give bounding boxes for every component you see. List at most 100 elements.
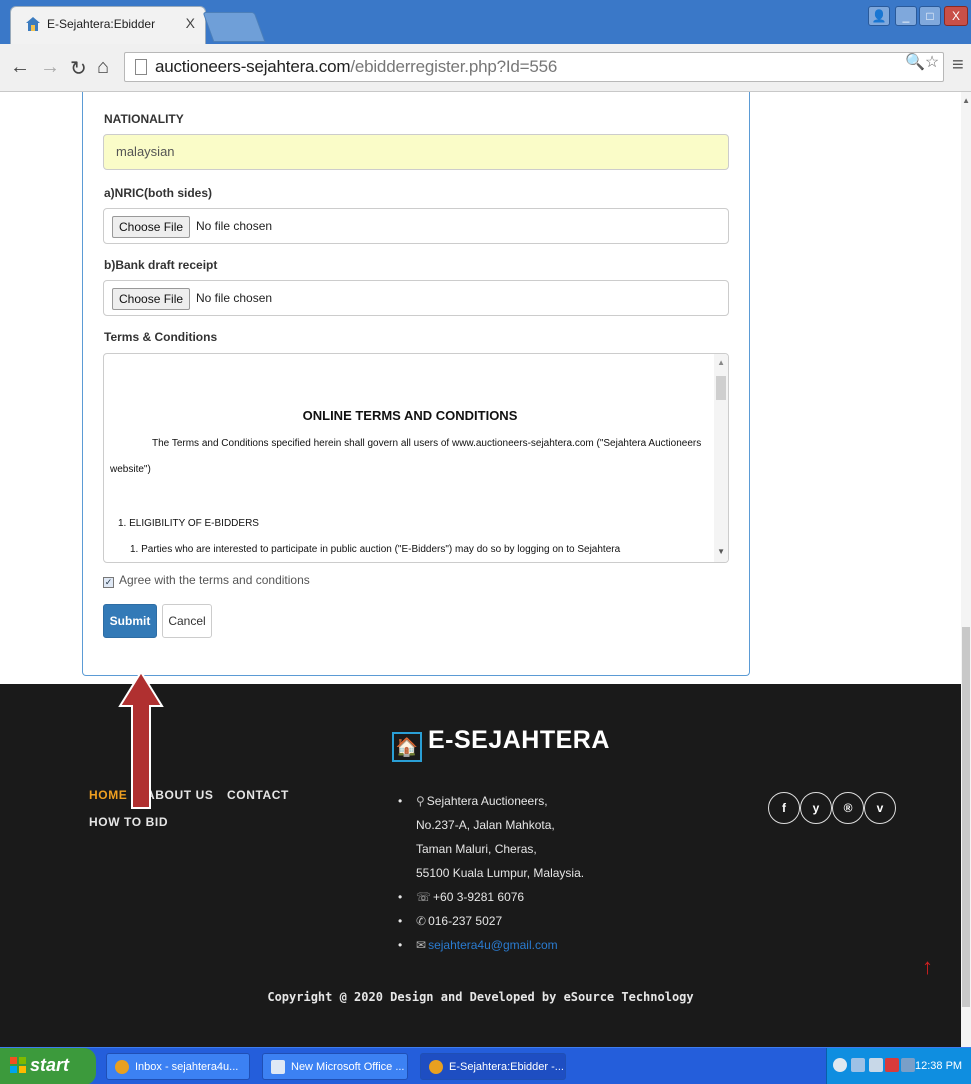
maximize-button[interactable]: □ <box>919 6 941 26</box>
address-bar[interactable]: auctioneers-sejahtera.com/ebidderregiste… <box>124 52 944 82</box>
footer-contact-list: • ⚲ Sejahtera Auctioneers, No.237-A, Jalan… <box>398 789 584 957</box>
nationality-input[interactable]: malaysian <box>103 134 729 170</box>
nric-no-file-text: No file chosen <box>196 219 273 233</box>
browser-toolbar: ← → ↻ ⌂ auctioneers-sejahtera.com/ebidde… <box>0 44 971 92</box>
forward-arrow-icon[interactable]: → <box>40 56 60 79</box>
location-pin-icon: ⚲ <box>416 794 425 808</box>
footer-brand-text: E-SEJAHTERA <box>428 726 610 754</box>
terms-paragraph-1: The Terms and Conditions specified herei… <box>152 438 702 449</box>
footer-whatsapp: 016-237 5027 <box>428 914 503 928</box>
nationality-value: malaysian <box>116 144 175 159</box>
tray-app-icon[interactable] <box>901 1058 915 1072</box>
cancel-button[interactable]: Cancel <box>162 604 212 638</box>
tray-expand-icon[interactable] <box>833 1058 847 1072</box>
back-arrow-icon[interactable]: ← <box>10 56 30 79</box>
footer-email[interactable]: sejahtera4u@gmail.com <box>428 938 558 952</box>
url-text: auctioneers-sejahtera.com/ebidderregiste… <box>155 57 558 76</box>
back-to-top-icon[interactable]: ↑ <box>922 954 933 980</box>
reload-icon[interactable]: ↻ <box>70 56 87 81</box>
taskbar-item-office[interactable]: New Microsoft Office ... <box>262 1053 408 1080</box>
agree-label: Agree with the terms and conditions <box>119 573 310 587</box>
taskbar-item-label: E-Sejahtera:Ebidder -... <box>449 1061 564 1073</box>
terms-scroll-down-icon[interactable]: ▼ <box>717 547 725 556</box>
tab-title: E-Sejahtera:Ebidder <box>47 17 156 31</box>
taskbar-item-label: Inbox - sejahtera4u... <box>135 1061 239 1073</box>
browser-tabstrip: E-Sejahtera:Ebidder X 👤 _ □ X <box>0 0 971 44</box>
footer-brand[interactable]: 🏠 E-SEJAHTERA <box>392 726 610 762</box>
minimize-button[interactable]: _ <box>895 6 917 26</box>
agree-checkbox[interactable]: ✓ <box>103 577 114 588</box>
footer-nav-contact[interactable]: CONTACT <box>227 788 289 802</box>
submit-button[interactable]: Submit <box>103 604 157 638</box>
address-line-1: Sejahtera Auctioneers, <box>426 794 548 808</box>
address-line-2: No.237-A, Jalan Mahkota, <box>416 818 555 832</box>
chrome-icon <box>115 1060 129 1074</box>
windows-flag-icon <box>10 1057 26 1073</box>
terms-heading: ONLINE TERMS AND CONDITIONS <box>302 408 518 423</box>
envelope-icon: ✉ <box>416 938 427 952</box>
network-icon[interactable] <box>851 1058 865 1072</box>
bank-draft-file-field: Choose File No file chosen <box>103 280 729 316</box>
page-viewport: NATIONALITY malaysian a)NRIC(both sides)… <box>0 92 971 1047</box>
annotation-arrow-icon <box>118 670 164 809</box>
terms-scroll-thumb[interactable] <box>716 376 726 400</box>
new-tab-button[interactable] <box>202 12 266 42</box>
taskbar-item-inbox[interactable]: Inbox - sejahtera4u... <box>106 1053 250 1080</box>
tab-close-icon[interactable]: X <box>186 15 195 31</box>
brand-home-icon: 🏠 <box>392 732 422 762</box>
address-line-3: Taman Maluri, Cheras, <box>416 842 537 856</box>
footer-copyright: Copyright @ 2020 Design and Developed by… <box>267 990 694 1004</box>
twitter-icon[interactable]: y <box>800 792 832 824</box>
site-favicon-icon <box>26 17 40 31</box>
taskbar-item-label: New Microsoft Office ... <box>291 1061 405 1073</box>
footer-address-row: • ⚲ Sejahtera Auctioneers, <box>398 794 548 808</box>
nric-choose-file-button[interactable]: Choose File <box>112 216 191 238</box>
windows-taskbar: start Inbox - sejahtera4u... New Microso… <box>0 1047 971 1084</box>
terms-label: Terms & Conditions <box>104 330 218 344</box>
start-label: start <box>30 1055 70 1075</box>
taskbar-item-ebidder[interactable]: E-Sejahtera:Ebidder -... <box>420 1053 566 1080</box>
terms-paragraph-1-cont: website") <box>110 464 151 475</box>
footer-phone: +60 3-9281 6076 <box>433 890 525 904</box>
footer-phone-row: • ☏ +60 3-9281 6076 <box>398 890 525 904</box>
dribbble-icon[interactable]: ® <box>832 792 864 824</box>
acrobat-icon[interactable] <box>885 1058 899 1072</box>
nationality-label: NATIONALITY <box>104 112 184 126</box>
nric-file-field: Choose File No file chosen <box>103 208 729 244</box>
page-icon <box>135 59 147 75</box>
close-window-button[interactable]: X <box>944 6 968 26</box>
office-document-icon <box>271 1060 285 1074</box>
chrome-icon <box>429 1060 443 1074</box>
terms-textarea[interactable]: ONLINE TERMS AND CONDITIONS The Terms an… <box>103 353 729 563</box>
terms-scrollbar[interactable]: ▲ ▼ <box>714 354 728 562</box>
nric-label: a)NRIC(both sides) <box>104 186 212 200</box>
footer-email-row[interactable]: • ✉ sejahtera4u@gmail.com <box>398 933 584 957</box>
whatsapp-icon: ✆ <box>416 914 427 928</box>
menu-icon[interactable]: ≡ <box>952 54 964 77</box>
system-tray: 12:38 PM <box>826 1048 971 1084</box>
agree-terms-row[interactable]: ✓ Agree with the terms and conditions <box>103 573 310 588</box>
bank-draft-label: b)Bank draft receipt <box>104 258 218 272</box>
footer-whatsapp-row: • ✆ 016-237 5027 <box>398 914 503 928</box>
footer-nav-how-to-bid[interactable]: HOW TO BID <box>89 815 168 829</box>
bank-draft-no-file-text: No file chosen <box>196 291 273 305</box>
address-line-4: 55100 Kuala Lumpur, Malaysia. <box>416 866 585 880</box>
user-profile-icon[interactable]: 👤 <box>868 6 890 26</box>
volume-icon[interactable] <box>869 1058 883 1072</box>
vimeo-icon[interactable]: v <box>864 792 896 824</box>
taskbar-clock: 12:38 PM <box>915 1060 963 1072</box>
terms-item-1: 1. Parties who are interested to partici… <box>130 544 621 555</box>
page-scroll-up-icon[interactable]: ▲ <box>962 96 970 105</box>
page-scroll-thumb[interactable] <box>962 627 970 1007</box>
browser-tab-active[interactable]: E-Sejahtera:Ebidder X <box>10 6 206 44</box>
page-scrollbar[interactable]: ▲ <box>961 92 971 1047</box>
zoom-star-icons[interactable]: 🔍☆ <box>905 52 939 72</box>
facebook-icon[interactable]: f <box>768 792 800 824</box>
terms-scroll-up-icon[interactable]: ▲ <box>717 358 725 367</box>
phone-icon: ☏ <box>416 890 432 904</box>
bank-draft-choose-file-button[interactable]: Choose File <box>112 288 191 310</box>
start-button[interactable]: start <box>0 1048 96 1084</box>
home-icon[interactable]: ⌂ <box>97 56 109 79</box>
registration-form-card: NATIONALITY malaysian a)NRIC(both sides)… <box>82 92 750 676</box>
terms-section-1: 1. ELIGIBILITY OF E-BIDDERS <box>118 518 259 529</box>
